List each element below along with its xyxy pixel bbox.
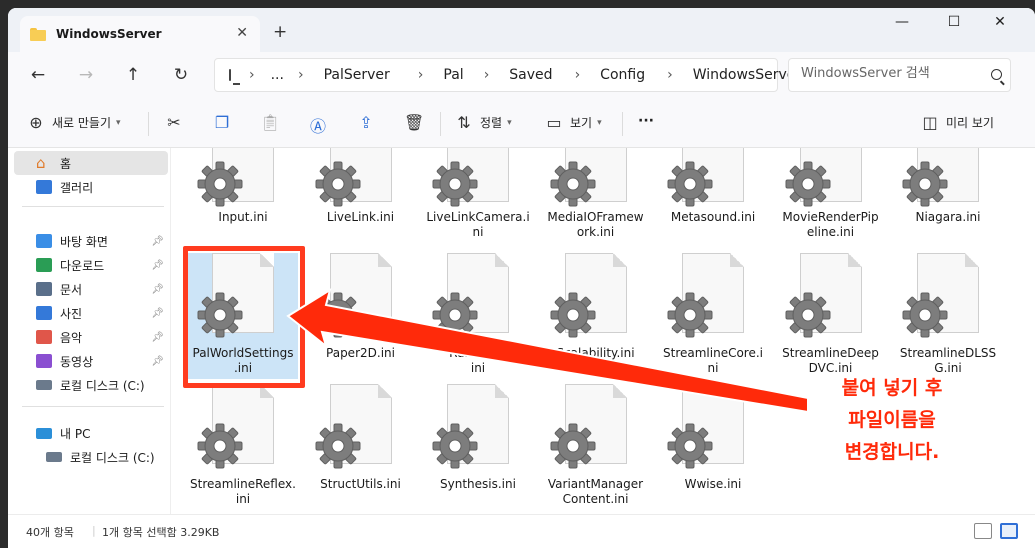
annotation-text: 붙여 넣기 후 파일이름을 변경합니다. — [841, 377, 943, 463]
annotation-arrow — [286, 287, 809, 414]
